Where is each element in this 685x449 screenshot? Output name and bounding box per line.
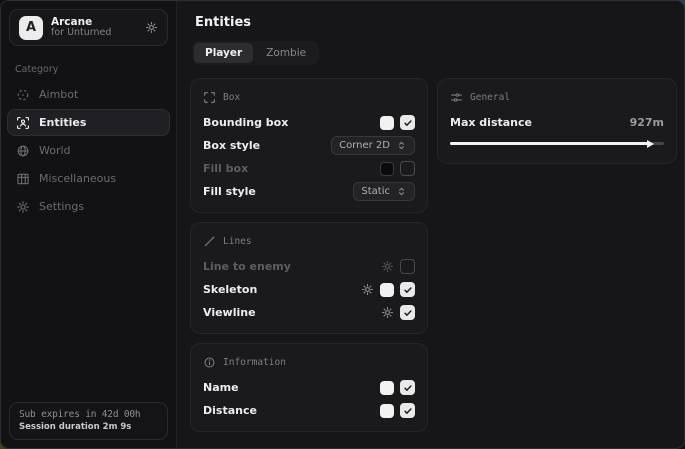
setting-row-line-to-enemy: Line to enemy bbox=[203, 255, 415, 278]
category-label: Category bbox=[15, 64, 176, 75]
crosshair-icon bbox=[16, 88, 30, 102]
setting-label: Line to enemy bbox=[203, 260, 291, 273]
lines-panel: Lines Line to enemy Skeleton bbox=[190, 222, 428, 334]
checkbox[interactable] bbox=[400, 259, 415, 274]
setting-row-bounding-box: Bounding box bbox=[203, 111, 415, 134]
tab-bar: Player Zombie bbox=[192, 41, 319, 65]
checkbox[interactable] bbox=[400, 115, 415, 130]
setting-label: Fill style bbox=[203, 185, 256, 198]
fill-style-dropdown[interactable]: Static bbox=[353, 182, 415, 201]
setting-row-box-style: Box style Corner 2D bbox=[203, 134, 415, 157]
gear-icon[interactable] bbox=[381, 260, 394, 273]
right-column: General Max distance 927m bbox=[437, 78, 677, 432]
setting-label: Viewline bbox=[203, 306, 256, 319]
tab-player[interactable]: Player bbox=[194, 43, 253, 63]
setting-label: Box style bbox=[203, 139, 260, 152]
setting-label: Bounding box bbox=[203, 116, 288, 129]
lines-panel-title: Lines bbox=[223, 236, 252, 247]
app-window: A Arcane for Unturned Category Aimbot bbox=[0, 0, 685, 449]
sidebar-bottom: Sub expires in 42d 00h Session duration … bbox=[1, 394, 176, 448]
subscription-card: Sub expires in 42d 00h Session duration … bbox=[9, 402, 168, 440]
sidebar-nav: Aimbot Entities World Miscellaneous bbox=[1, 81, 176, 220]
box-style-dropdown[interactable]: Corner 2D bbox=[331, 136, 415, 155]
setting-label: Distance bbox=[203, 404, 257, 417]
box-select-icon bbox=[203, 91, 216, 104]
setting-row-max-distance: Max distance 927m bbox=[450, 111, 664, 134]
globe-icon bbox=[16, 144, 30, 158]
gear-icon[interactable] bbox=[381, 306, 394, 319]
general-panel: General Max distance 927m bbox=[437, 78, 677, 164]
box-panel: Box Bounding box Box style bbox=[190, 78, 428, 213]
color-swatch[interactable] bbox=[380, 116, 394, 130]
checkbox[interactable] bbox=[400, 282, 415, 297]
setting-row-fill-box: Fill box bbox=[203, 157, 415, 180]
gear-icon[interactable] bbox=[361, 283, 374, 296]
max-distance-slider[interactable] bbox=[450, 142, 664, 145]
chevron-updown-icon bbox=[396, 140, 407, 151]
sidebar-item-label: Aimbot bbox=[39, 88, 78, 101]
sidebar-item-label: World bbox=[39, 144, 71, 157]
box-panel-title: Box bbox=[223, 92, 240, 103]
sidebar-item-world[interactable]: World bbox=[7, 137, 170, 164]
sliders-icon bbox=[450, 91, 463, 104]
entities-scan-icon bbox=[16, 116, 30, 130]
setting-row-fill-style: Fill style Static bbox=[203, 180, 415, 203]
dropdown-value: Static bbox=[361, 186, 390, 197]
max-distance-value: 927m bbox=[630, 116, 664, 129]
sidebar: A Arcane for Unturned Category Aimbot bbox=[1, 1, 177, 448]
setting-row-name: Name bbox=[203, 376, 415, 399]
diagonal-line-icon bbox=[203, 235, 216, 248]
main-content: Entities Player Zombie Box Bounding box bbox=[177, 1, 685, 448]
information-panel: Information Name Distance bbox=[190, 343, 428, 432]
color-swatch[interactable] bbox=[380, 283, 394, 297]
max-distance-slider-fill[interactable] bbox=[450, 142, 648, 145]
gear-icon[interactable] bbox=[145, 21, 158, 34]
checkbox[interactable] bbox=[400, 305, 415, 320]
dropdown-value: Corner 2D bbox=[339, 140, 390, 151]
color-swatch[interactable] bbox=[380, 404, 394, 418]
setting-row-skeleton: Skeleton bbox=[203, 278, 415, 301]
app-logo-card: A Arcane for Unturned bbox=[9, 9, 168, 46]
setting-label: Name bbox=[203, 381, 239, 394]
sidebar-item-label: Entities bbox=[39, 116, 86, 129]
gear-icon bbox=[16, 200, 30, 214]
checkbox[interactable] bbox=[400, 403, 415, 418]
session-duration-text: Session duration 2m 9s bbox=[19, 422, 158, 432]
setting-label: Skeleton bbox=[203, 283, 257, 296]
setting-row-distance: Distance bbox=[203, 399, 415, 422]
app-title-block: Arcane for Unturned bbox=[51, 16, 137, 39]
setting-label: Fill box bbox=[203, 162, 248, 175]
setting-row-viewline: Viewline bbox=[203, 301, 415, 324]
setting-label: Max distance bbox=[450, 116, 532, 129]
color-swatch[interactable] bbox=[380, 381, 394, 395]
sidebar-item-label: Settings bbox=[39, 200, 84, 213]
sub-expiry-text: Sub expires in 42d 00h bbox=[19, 409, 158, 420]
sidebar-item-entities[interactable]: Entities bbox=[7, 109, 170, 136]
desktop-background: A Arcane for Unturned Category Aimbot bbox=[0, 0, 685, 449]
tab-zombie[interactable]: Zombie bbox=[255, 43, 317, 63]
information-panel-header: Information bbox=[203, 356, 415, 369]
checkbox[interactable] bbox=[400, 380, 415, 395]
checkbox[interactable] bbox=[400, 161, 415, 176]
app-logo: A bbox=[19, 16, 43, 40]
box-panel-header: Box bbox=[203, 91, 415, 104]
lines-panel-header: Lines bbox=[203, 235, 415, 248]
page-title: Entities bbox=[195, 15, 677, 30]
general-panel-header: General bbox=[450, 91, 664, 104]
panel-columns: Box Bounding box Box style bbox=[190, 78, 677, 432]
left-column: Box Bounding box Box style bbox=[190, 78, 428, 432]
chevron-updown-icon bbox=[396, 186, 407, 197]
information-panel-title: Information bbox=[223, 357, 286, 368]
sidebar-item-settings[interactable]: Settings bbox=[7, 193, 170, 220]
info-icon bbox=[203, 356, 216, 369]
color-swatch[interactable] bbox=[380, 162, 394, 176]
sidebar-item-aimbot[interactable]: Aimbot bbox=[7, 81, 170, 108]
sidebar-item-label: Miscellaneous bbox=[39, 172, 116, 185]
sidebar-item-miscellaneous[interactable]: Miscellaneous bbox=[7, 165, 170, 192]
general-panel-title: General bbox=[470, 92, 510, 103]
app-subtitle: for Unturned bbox=[51, 28, 137, 39]
grid-icon bbox=[16, 172, 30, 186]
